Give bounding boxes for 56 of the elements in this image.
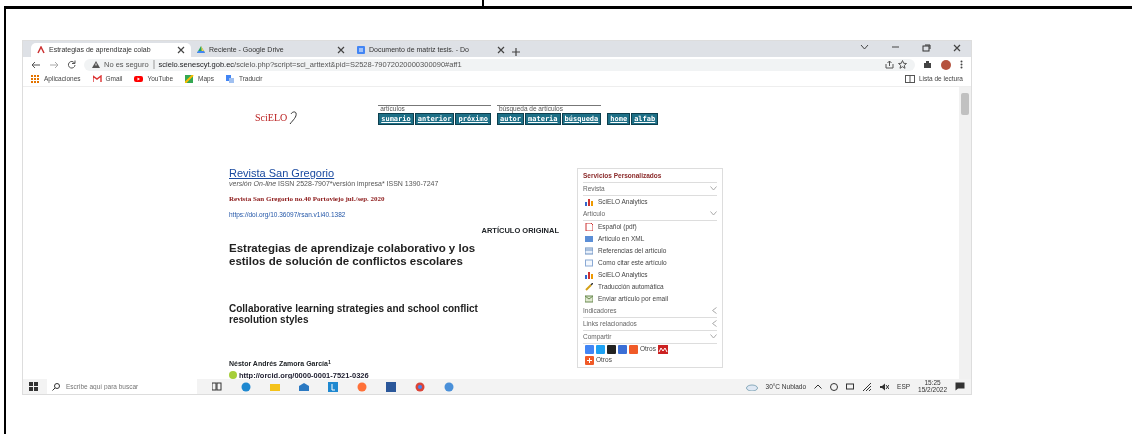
plus-icon[interactable] <box>585 355 594 365</box>
envelope-logo-icon <box>92 75 102 83</box>
book-icon <box>904 75 915 83</box>
browser-icon[interactable] <box>415 381 425 392</box>
back-arrow-icon[interactable] <box>31 60 41 69</box>
envelope-icon <box>585 294 593 303</box>
battery-icon[interactable] <box>846 383 856 390</box>
translate-icon <box>225 75 235 83</box>
article-title: Estrategias de aprendizaje colaborativo y los estilos de solución de conflictos escolares <box>229 241 477 268</box>
restore-icon[interactable] <box>922 43 931 52</box>
window-icon <box>585 246 593 255</box>
chevron-up-icon[interactable] <box>814 384 823 389</box>
document-icon <box>357 46 365 54</box>
mail-icon[interactable] <box>299 381 309 392</box>
menu-icon[interactable] <box>960 60 963 69</box>
speaker-icon[interactable] <box>880 382 890 391</box>
close-icon[interactable] <box>337 46 345 54</box>
play-logo-icon <box>134 75 144 83</box>
avatar-icon[interactable] <box>940 59 952 70</box>
divider-line <box>152 60 155 69</box>
notification-icon[interactable] <box>955 382 965 391</box>
map-icon <box>185 75 195 83</box>
close-icon[interactable] <box>953 43 961 52</box>
close-icon[interactable] <box>177 46 185 54</box>
orcid-icon <box>229 371 237 379</box>
triangle-logo-icon <box>197 46 205 54</box>
pen-icon <box>585 282 593 291</box>
task-view-icon[interactable] <box>212 381 222 392</box>
article-title: Collaborative learning strategies and school conflict resolution styles <box>229 303 479 326</box>
reload-icon[interactable] <box>67 60 76 69</box>
wifi-icon[interactable] <box>863 382 873 391</box>
bar-chart-icon <box>585 270 593 279</box>
card-icon <box>585 258 593 267</box>
share-icon[interactable] <box>885 60 894 69</box>
browser-icon[interactable] <box>444 381 454 392</box>
swirl-icon <box>288 110 299 125</box>
word-icon[interactable] <box>386 381 396 392</box>
folder-icon <box>585 234 593 243</box>
puzzle-icon[interactable] <box>923 60 932 69</box>
browser-icon[interactable] <box>241 381 251 392</box>
scrollbar[interactable] <box>959 87 971 379</box>
apps-grid-icon <box>31 75 40 83</box>
star-icon[interactable] <box>898 60 907 69</box>
logo-icon <box>37 46 45 54</box>
new-tab-icon[interactable] <box>511 47 521 57</box>
pdf-icon <box>585 222 593 231</box>
warning-icon <box>92 61 100 68</box>
bar-chart-icon <box>585 197 593 206</box>
app-icon[interactable] <box>328 381 338 392</box>
close-icon[interactable] <box>497 46 505 54</box>
search-icon <box>52 382 60 391</box>
logo[interactable]: SciELO <box>255 109 299 125</box>
network-icon[interactable] <box>830 382 839 391</box>
chevron-down-icon[interactable] <box>860 43 869 50</box>
journal-link[interactable]: Revista San Gregorio <box>229 167 559 179</box>
windows-start-icon[interactable] <box>29 382 38 391</box>
